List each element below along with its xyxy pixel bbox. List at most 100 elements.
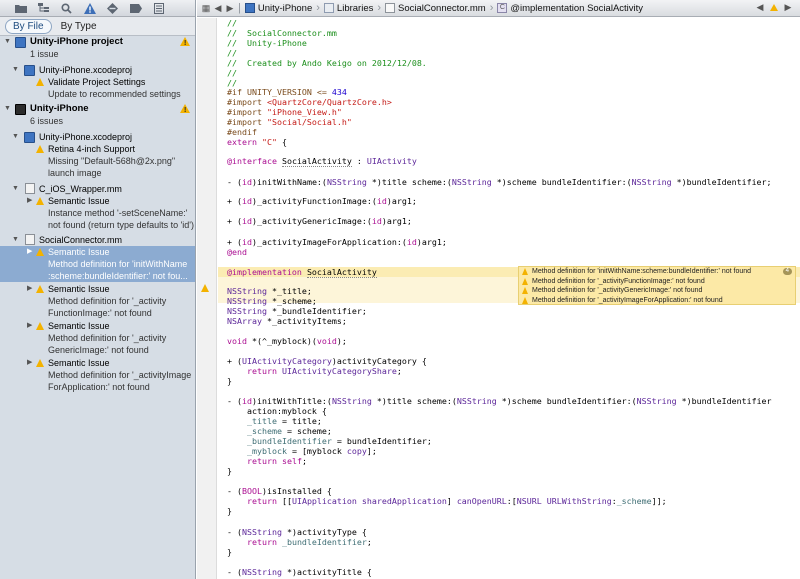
issue-message[interactable]: Method definition for 'initWithName:sche… — [519, 267, 795, 277]
list-item[interactable]: ▼ Unity-iPhone.xcodeproj — [0, 64, 195, 76]
list-item: 1 issue — [0, 48, 195, 60]
back-arrow-icon[interactable]: ◀ — [212, 3, 224, 14]
folder-icon[interactable] — [9, 0, 32, 16]
line-gutter[interactable] — [197, 18, 217, 579]
issue-navigator: By File By Type ▼ Unity-iPhone project 1… — [0, 0, 196, 579]
disclosure-right-icon[interactable]: ▶ — [27, 283, 32, 295]
inline-issue-bubble[interactable]: Method definition for 'initWithName:sche… — [518, 266, 796, 305]
issue-message[interactable]: Method definition for '_activityImageFor… — [519, 296, 795, 306]
issue-detail: not found (return type defaults to 'id') — [48, 220, 195, 230]
next-issue-icon[interactable]: ▶ — [782, 2, 794, 13]
disclosure-right-icon[interactable]: ▶ — [27, 246, 32, 258]
warning-icon — [36, 197, 44, 205]
list-item[interactable]: ▶ Semantic Issue — [0, 283, 195, 295]
list-item: Method definition for '_activity — [0, 295, 195, 307]
list-item[interactable]: ▶ Semantic Issue — [0, 246, 195, 258]
issue-message-text: Method definition for '_activityGenericI… — [532, 287, 703, 294]
code-line: NSString *_scheme; — [227, 296, 317, 306]
issue-message[interactable]: Method definition for '_activityFunction… — [519, 277, 795, 287]
list-item[interactable]: ▼ Unity-iPhone.xcodeproj — [0, 131, 195, 143]
code-line: } — [227, 466, 232, 476]
code-line: _bundleIdentifier = bundleIdentifier; — [246, 436, 432, 446]
code-line: NSString *_bundleIdentifier; — [227, 306, 367, 316]
warning-icon — [522, 296, 528, 304]
disclosure-down-icon[interactable]: ▼ — [12, 234, 19, 246]
by-file-toggle[interactable]: By File — [5, 18, 52, 34]
code-line: } — [227, 506, 232, 516]
code-line: // SocialConnector.mm — [227, 28, 337, 38]
list-item[interactable]: ▶ Semantic Issue — [0, 320, 195, 332]
selected-issue[interactable]: ▶ Semantic Issue Method definition for '… — [0, 246, 195, 282]
list-item[interactable]: Retina 4-inch Support — [0, 143, 195, 155]
file-name: C_iOS_Wrapper.mm — [39, 184, 122, 194]
code-line: return [[UIApplication sharedApplication… — [227, 496, 667, 506]
list-item[interactable]: ▼ SocialConnector.mm — [0, 234, 195, 246]
breadcrumb-project[interactable]: Unity-iPhone — [243, 3, 314, 14]
disclosure-right-icon[interactable]: ▶ — [27, 195, 32, 207]
previous-issue-icon[interactable]: ◀ — [754, 2, 766, 13]
issue-count-badge[interactable]: 4 — [782, 268, 792, 275]
list-item: 6 issues — [0, 115, 195, 127]
code-line: } — [227, 376, 232, 386]
disclosure-right-icon[interactable]: ▶ — [27, 357, 32, 369]
list-item[interactable]: Validate Project Settings — [0, 76, 195, 88]
list-item[interactable]: ▶ Semantic Issue — [0, 195, 195, 207]
list-item: :scheme:bundleIdentifier:' not fou... — [0, 270, 195, 282]
breadcrumb-label: Unity-iPhone — [257, 2, 313, 14]
list-item: Instance method '-setSceneName:' — [0, 207, 195, 219]
code-line: - (BOOL)isInstalled { — [227, 486, 332, 496]
code-line: - (id)initWithTitle:(NSString *)title sc… — [227, 396, 772, 406]
code-line: #import "iPhone_View.h" — [227, 107, 342, 117]
code-line: #endif — [227, 127, 257, 137]
log-icon[interactable] — [147, 0, 170, 16]
list-item: Update to recommended settings — [0, 88, 195, 100]
disclosure-down-icon[interactable]: ▼ — [12, 183, 19, 195]
breadcrumb-symbol[interactable]: C @implementation SocialActivity — [495, 3, 645, 14]
forward-arrow-icon[interactable]: ▶ — [224, 3, 236, 14]
disclosure-down-icon[interactable]: ▼ — [12, 131, 19, 143]
disclosure-down-icon[interactable]: ▼ — [12, 64, 19, 76]
issue-title: Semantic Issue — [48, 358, 110, 368]
code-line: + (id)_activityGenericImage:(id)arg1; — [227, 216, 412, 226]
issue-detail: Method definition for '_activityImage — [48, 370, 192, 380]
issue-detail: FunctionImage:' not found — [48, 308, 152, 318]
code-line: action:myblock { — [227, 406, 327, 416]
list-item[interactable]: ▼ C_iOS_Wrapper.mm — [0, 183, 195, 195]
list-item[interactable]: ▶ Semantic Issue — [0, 357, 195, 369]
list-item[interactable]: ▼ Unity-iPhone — [0, 103, 195, 115]
issue-detail: Missing "Default-568h@2x.png" — [48, 156, 176, 166]
disclosure-down-icon[interactable]: ▼ — [4, 36, 11, 48]
warning-icon — [180, 37, 190, 48]
code-line: #import "Social/Social.h" — [227, 117, 352, 127]
by-type-toggle[interactable]: By Type — [54, 20, 104, 33]
issue-message-text: Method definition for '_activityImageFor… — [532, 296, 723, 304]
warning-icon[interactable] — [201, 284, 209, 292]
source-editor[interactable]: // // SocialConnector.mm // Unity-iPhone… — [218, 18, 800, 579]
issue-group-title: Unity-iPhone — [30, 103, 89, 114]
disclosure-down-icon[interactable]: ▼ — [4, 103, 11, 115]
breadcrumb-group[interactable]: Libraries — [322, 3, 375, 14]
disclosure-right-icon[interactable]: ▶ — [27, 320, 32, 332]
app-target-icon — [15, 104, 26, 115]
list-item[interactable]: ▼ Unity-iPhone project — [0, 36, 195, 48]
xcodeproj-icon — [24, 132, 35, 143]
warning-icon[interactable] — [770, 4, 778, 11]
search-icon[interactable] — [55, 0, 78, 16]
class-icon: C — [497, 3, 508, 13]
navigator-filter-bar: By File By Type — [0, 17, 195, 36]
code-line: #import <QuartzCore/QuartzCore.h> — [227, 97, 392, 107]
issue-message[interactable]: Method definition for '_activityGenericI… — [519, 286, 795, 296]
diamond-icon[interactable] — [101, 0, 124, 16]
warning-icon[interactable] — [78, 0, 101, 16]
code-line: + (id)_activityImageForApplication:(id)a… — [227, 237, 447, 247]
code-line: + (id)_activityFunctionImage:(id)arg1; — [227, 196, 417, 206]
source-file-icon — [25, 183, 35, 194]
breadcrumb-file[interactable]: SocialConnector.mm — [383, 3, 488, 14]
warning-icon — [36, 322, 44, 330]
breakpoint-icon[interactable] — [124, 0, 147, 16]
issue-detail: Instance method '-setSceneName:' — [48, 208, 188, 218]
source-file-icon — [385, 3, 396, 13]
hierarchy-icon[interactable] — [32, 0, 55, 16]
code-line: // Created by Ando Keigo on 2012/12/08. — [227, 58, 427, 68]
related-items-icon[interactable]: ▦ — [200, 3, 212, 14]
